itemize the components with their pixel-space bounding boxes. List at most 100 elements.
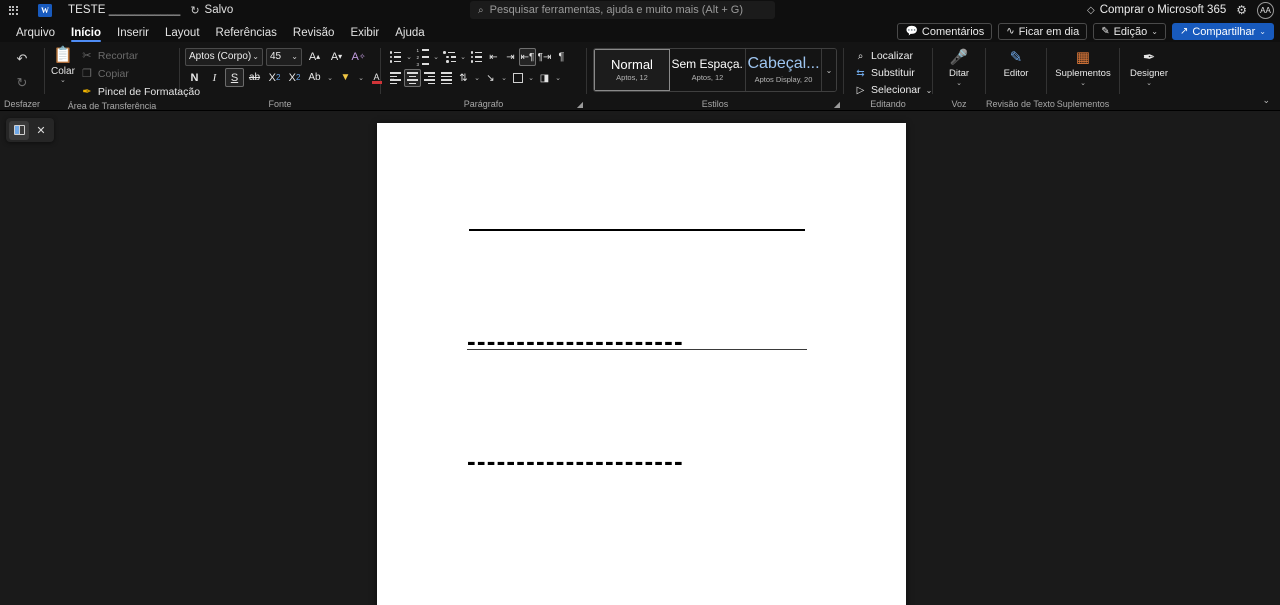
tab-inserir[interactable]: Inserir	[109, 27, 157, 42]
dictate-button[interactable]: 🎤 Ditar ⌄	[933, 45, 985, 88]
tab-inicio[interactable]: Início	[63, 27, 109, 42]
search-input[interactable]: ⌕ Pesquisar ferramentas, ajuda e muito m…	[470, 1, 775, 19]
document-line-underline	[467, 349, 807, 351]
chevron-down-icon[interactable]: ⌄	[356, 69, 366, 87]
group-label-designer	[1120, 98, 1178, 110]
share-button[interactable]: ↗ Compartilhar ⌄	[1171, 23, 1274, 40]
chevron-down-icon[interactable]: ⌄	[553, 69, 563, 87]
collapse-ribbon-button[interactable]: ⌄	[1258, 93, 1274, 108]
app-launcher-icon[interactable]	[0, 5, 26, 15]
document-line-dashes[interactable]: ----------------------	[467, 448, 807, 474]
editing-mode-button[interactable]: ✎ Edição ⌄	[1093, 23, 1166, 40]
paste-button[interactable]: 📋 Colar ⌄	[51, 45, 75, 85]
chevron-down-icon[interactable]: ⌄	[325, 69, 335, 87]
group-label-editando: Editando	[870, 99, 906, 109]
find-button[interactable]: ⌕ Localizar	[852, 48, 935, 64]
text-effects-button[interactable]: Ab	[305, 68, 324, 87]
chevron-down-icon: ⌄	[1259, 27, 1266, 36]
superscript-button[interactable]: X2	[285, 68, 304, 87]
chevron-down-icon: ⌄	[252, 52, 259, 61]
word-logo-icon: W	[38, 3, 52, 17]
align-right-button[interactable]	[421, 69, 438, 87]
styles-more-chevron-icon[interactable]: ⌄	[822, 49, 836, 91]
font-name-input[interactable]: Aptos (Corpo) ⌄	[185, 47, 263, 66]
sort-icon: ↘	[486, 72, 495, 84]
underline-button[interactable]: S	[225, 68, 244, 87]
buy-microsoft-365-button[interactable]: ◇ Comprar o Microsoft 365	[1087, 4, 1226, 16]
grow-font-icon[interactable]: A ▴	[305, 47, 324, 66]
bullet-list-icon	[389, 51, 402, 63]
multilevel-list-button[interactable]	[441, 48, 458, 66]
close-icon[interactable]: ✕	[31, 121, 51, 140]
bold-button[interactable]: N	[185, 68, 204, 87]
chevron-down-icon[interactable]: ⌄	[472, 69, 482, 87]
highlight-button[interactable]: ▼	[336, 68, 355, 87]
style-sem-espacamento[interactable]: Sem Espaça... Aptos, 12	[670, 49, 746, 91]
gear-icon[interactable]: ⚙	[1236, 3, 1247, 17]
document-page[interactable]: ---------------------- -----------------…	[377, 123, 906, 605]
addins-button[interactable]: ▦ Suplementos ⌄	[1047, 45, 1119, 88]
tab-arquivo[interactable]: Arquivo	[8, 27, 63, 42]
undo-arrow-icon[interactable]: ↶	[9, 48, 35, 70]
find-label: Localizar	[871, 50, 914, 62]
increase-indent-button[interactable]: ⇥	[502, 48, 519, 66]
style-cabecalho[interactable]: Cabeçal... Aptos Display, 20	[746, 49, 822, 91]
justify-button[interactable]	[438, 69, 455, 87]
titlebar-actions: ◇ Comprar o Microsoft 365 ⚙ AA	[1087, 0, 1274, 20]
sort-button[interactable]: ↘	[482, 69, 499, 87]
right-to-left-button[interactable]: ⇤¶	[519, 48, 536, 66]
align-left-button[interactable]	[387, 69, 404, 87]
save-status-group[interactable]: ↻ Salvo	[190, 4, 233, 17]
side-panel-icon[interactable]	[9, 120, 29, 140]
chevron-down-icon[interactable]: ⌄	[499, 69, 509, 87]
replace-button[interactable]: ⇆ Substituir	[852, 65, 935, 81]
left-to-right-button[interactable]: ¶⇥	[536, 48, 553, 66]
shading-button[interactable]: ◨	[536, 69, 553, 87]
borders-button[interactable]	[509, 69, 526, 87]
cut-label: Recortar	[97, 49, 139, 62]
catch-up-button[interactable]: ∿ Ficar em dia	[998, 23, 1088, 40]
clear-formatting-icon[interactable]: A ✧	[349, 47, 368, 66]
style-name: Normal	[611, 57, 653, 72]
style-normal[interactable]: Normal Aptos, 12	[594, 49, 670, 91]
group-label-revisao-de-texto: Revisão de Texto	[986, 99, 1055, 109]
chevron-down-icon[interactable]: ⌄	[431, 48, 441, 66]
font-size-input[interactable]: 45 ⌄	[266, 47, 302, 66]
tab-referencias[interactable]: Referências	[208, 27, 285, 42]
list-styles-button[interactable]	[468, 48, 485, 66]
subscript-button[interactable]: X2	[265, 68, 284, 87]
dialog-launcher-icon[interactable]: ◢	[577, 100, 583, 109]
dialog-launcher-icon[interactable]: ◢	[834, 100, 840, 109]
decrease-indent-button[interactable]: ⇤	[485, 48, 502, 66]
editor-button[interactable]: ✎ Editor	[986, 45, 1046, 79]
copy-icon: ❐	[81, 68, 92, 80]
chevron-down-icon[interactable]: ⌄	[404, 48, 414, 66]
document-title[interactable]: TESTE ___________	[68, 4, 180, 16]
chevron-down-icon: ⌄	[60, 77, 66, 84]
chevron-down-icon[interactable]: ⌄	[458, 48, 468, 66]
font-size-value: 45	[270, 51, 282, 62]
comments-button[interactable]: 💬 Comentários	[897, 23, 993, 40]
line-spacing-button[interactable]: ⇅	[455, 69, 472, 87]
align-center-button[interactable]	[404, 69, 421, 87]
shrink-font-icon[interactable]: A ▾	[327, 47, 346, 66]
strikethrough-button[interactable]: ab	[245, 68, 264, 87]
tab-layout[interactable]: Layout	[157, 27, 208, 42]
tab-ajuda[interactable]: Ajuda	[387, 27, 432, 42]
chevron-down-icon: ⌄	[1151, 27, 1158, 36]
numbered-list-button[interactable]: 1 2 3	[414, 48, 431, 67]
comment-bubble-icon: 💬	[905, 26, 918, 37]
avatar[interactable]: AA	[1257, 1, 1274, 19]
italic-button[interactable]: I	[205, 68, 224, 87]
style-name: Sem Espaça...	[671, 58, 744, 71]
tab-exibir[interactable]: Exibir	[342, 27, 387, 42]
tab-revisao[interactable]: Revisão	[285, 27, 343, 42]
chevron-down-icon[interactable]: ⌄	[526, 69, 536, 87]
redo-arrow-icon[interactable]: ↻	[9, 72, 35, 94]
paragraph-marks-button[interactable]: ¶	[553, 48, 570, 66]
bullet-list-button[interactable]	[387, 48, 404, 66]
ribbon-group-desfazer: ↶ ↻ Desfazer	[0, 42, 44, 110]
select-button[interactable]: ▷ Selecionar ⌄	[852, 82, 935, 98]
ribbon-group-editando: ⌕ Localizar ⇆ Substituir ▷ Selecionar ⌄ …	[844, 42, 932, 110]
designer-button[interactable]: ✒ Designer ⌄	[1120, 45, 1178, 88]
